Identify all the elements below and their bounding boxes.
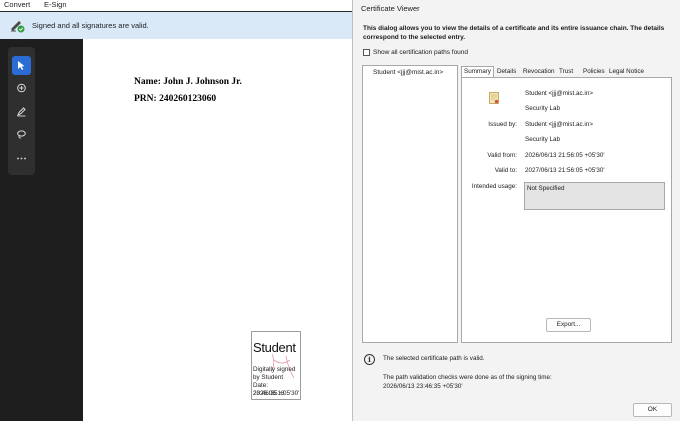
menu-convert[interactable]: Convert: [4, 0, 30, 10]
info-icon: i: [364, 354, 375, 365]
cursor-icon: [18, 61, 25, 70]
tab-legal-notice[interactable]: Legal Notice: [607, 66, 646, 77]
checkbox-box[interactable]: [363, 49, 370, 56]
subject-name: Student <jjj@mist.ac.in>: [525, 90, 593, 97]
signature-line: Digitally signed: [253, 366, 296, 373]
certificate-viewer-dialog: Certificate Viewer This dialog allows yo…: [352, 0, 680, 421]
pdf-viewer: Convert E-Sign Signed and all signatures…: [0, 0, 352, 421]
highlight-tool[interactable]: [12, 102, 31, 121]
lasso-icon: [17, 130, 26, 139]
tree-item-student[interactable]: Student <jjj@mist.ac.in>: [373, 69, 443, 76]
draw-tool[interactable]: [12, 125, 31, 144]
ellipsis-icon: [17, 157, 26, 160]
more-tools[interactable]: [12, 149, 31, 168]
valid-to-label: Valid to:: [494, 167, 517, 174]
show-all-paths-checkbox[interactable]: Show all certification paths found: [363, 49, 468, 56]
validation-check-message: The path validation checks were done as …: [383, 374, 552, 381]
issuer-name: Student <jjj@mist.ac.in>: [525, 121, 593, 128]
pen-icon: [17, 107, 26, 117]
comment-icon: [17, 83, 26, 93]
signature-valid-icon: [11, 21, 25, 33]
signature-status-text: Signed and all signatures are valid.: [32, 21, 149, 30]
signature-status-bar: Signed and all signatures are valid.: [0, 12, 352, 39]
valid-to-value: 2027/06/13 21:56:05 +05'30': [525, 167, 605, 174]
tab-details[interactable]: Details: [495, 66, 518, 77]
tab-revocation[interactable]: Revocation: [521, 66, 557, 77]
ok-button[interactable]: OK: [633, 403, 672, 417]
signature-signer-name: Student: [253, 340, 296, 355]
export-button[interactable]: Export...: [546, 318, 591, 332]
document-prn-line: PRN: 240260123060: [134, 94, 217, 104]
signature-field[interactable]: Student Digitally signed by Student Date…: [251, 331, 301, 400]
signature-line: 23:46:35 +05'30': [253, 390, 300, 397]
summary-panel: Student <jjj@mist.ac.in> Security Lab Is…: [461, 77, 672, 343]
document-name-line: Name: John J. Johnson Jr.: [134, 77, 242, 87]
intended-usage-label: Intended usage:: [471, 183, 517, 190]
issued-by-label: Issued by:: [488, 121, 517, 128]
valid-from-value: 2026/06/13 21:56:05 +05'30': [525, 152, 605, 159]
tool-rail: [8, 47, 35, 175]
issuer-organization: Security Lab: [525, 136, 561, 143]
signature-line: by Student: [253, 374, 284, 381]
menu-esign[interactable]: E-Sign: [44, 0, 67, 10]
certificate-chain-tree: Student <jjj@mist.ac.in>: [362, 65, 458, 343]
tab-policies[interactable]: Policies: [581, 66, 607, 77]
top-menu-bar: Convert E-Sign: [0, 0, 352, 11]
document-page: Name: John J. Johnson Jr. PRN: 240260123…: [83, 39, 352, 421]
intended-usage-field: Not Specified: [524, 182, 665, 210]
tab-summary[interactable]: Summary: [461, 66, 494, 77]
subject-organization: Security Lab: [525, 105, 561, 112]
dialog-description: This dialog allows you to view the detai…: [363, 25, 665, 41]
valid-from-label: Valid from:: [487, 152, 517, 159]
path-validity-message: The selected certificate path is valid.: [383, 355, 485, 362]
select-tool[interactable]: [12, 56, 31, 75]
show-all-paths-label: Show all certification paths found: [373, 49, 469, 56]
tab-trust[interactable]: Trust: [557, 66, 575, 77]
comment-tool[interactable]: [12, 79, 31, 98]
dialog-title: Certificate Viewer: [361, 4, 420, 13]
certificate-icon: [489, 92, 499, 104]
validation-check-time: 2026/06/13 23:46:35 +05'30': [383, 383, 463, 390]
